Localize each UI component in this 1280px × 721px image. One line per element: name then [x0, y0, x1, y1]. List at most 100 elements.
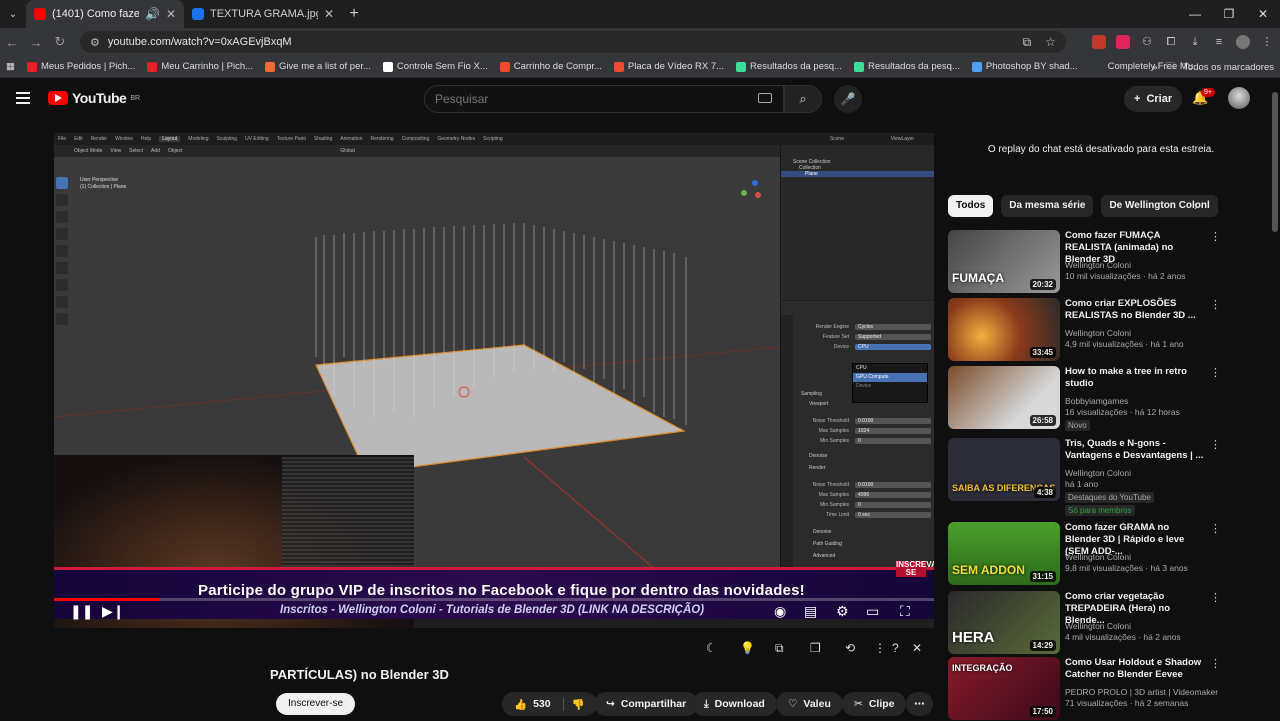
- url-field[interactable]: ⚙ youtube.com/watch?v=0xAGEvjBxqM ⧉ ☆: [80, 31, 1066, 53]
- rec-channel[interactable]: Wellington Coloni: [1065, 552, 1131, 562]
- close-tab-icon[interactable]: ✕: [166, 7, 176, 21]
- bookmark[interactable]: Placa de Vídeo RX 7...: [608, 61, 730, 72]
- extension-pink-icon[interactable]: [1116, 35, 1130, 49]
- bookmark[interactable]: Photoshop BY shad...: [966, 61, 1084, 72]
- more-vert-icon[interactable]: ⋮: [874, 641, 886, 655]
- download-icon[interactable]: ⤓: [1188, 35, 1202, 49]
- new-tab-icon[interactable]: +: [342, 5, 366, 23]
- moon-icon[interactable]: ☾: [706, 641, 717, 655]
- recommendation-item[interactable]: SEM ADDON 31:15 Como fazer GRAMA no Blen…: [948, 522, 1268, 586]
- thumbs-down-icon[interactable]: 👎: [562, 697, 585, 711]
- recommendation-item[interactable]: SAIBA AS DIFERENÇAS 4:38 Tris, Quads e N…: [948, 438, 1268, 516]
- next-icon[interactable]: ▶❙: [102, 603, 125, 620]
- bookmark[interactable]: Carrinho de Compr...: [494, 61, 608, 72]
- avatar[interactable]: [1228, 87, 1250, 109]
- close-window-icon[interactable]: ✕: [1246, 0, 1280, 28]
- more-vert-icon[interactable]: ⋮: [1210, 438, 1221, 451]
- menu-icon[interactable]: ⋮: [1260, 35, 1274, 49]
- video-thumbnail[interactable]: INTEGRAÇÃO 17:50: [948, 657, 1060, 720]
- chevron-right-icon[interactable]: ›: [1194, 199, 1198, 213]
- bookmark[interactable]: Give me a list of per...: [259, 61, 377, 72]
- tab-youtube[interactable]: (1401) Como fazer GRAMA 🔊 ✕: [26, 0, 184, 28]
- forward-icon[interactable]: →: [24, 35, 48, 50]
- recommendation-item[interactable]: 33:45 Como criar EXPLOSÕES REALISTAS no …: [948, 298, 1268, 362]
- rec-channel[interactable]: Bobbyiamgames: [1065, 396, 1128, 406]
- extension-red-icon[interactable]: [1092, 35, 1106, 49]
- bookmark[interactable]: Controle Sem Fio X...: [377, 61, 494, 72]
- video-thumbnail[interactable]: HERA 14:29: [948, 591, 1060, 654]
- recommendation-item[interactable]: HERA 14:29 Como criar vegetação TREPADEI…: [948, 591, 1268, 655]
- autoplay-toggle-icon[interactable]: ◉: [774, 603, 786, 620]
- video-thumbnail[interactable]: SEM ADDON 31:15: [948, 522, 1060, 585]
- fullscreen-icon[interactable]: ⛶: [900, 603, 910, 620]
- extensions-puzzle-icon[interactable]: ⧠: [1164, 35, 1178, 49]
- download-button[interactable]: ⤓ Download: [692, 692, 777, 716]
- chip-channel[interactable]: De Wellington Colonl: [1101, 195, 1218, 217]
- loop-icon[interactable]: ⟲: [845, 641, 855, 655]
- clip-button[interactable]: ✂ Clipe: [842, 692, 907, 716]
- more-vert-icon[interactable]: ⋮: [1210, 366, 1221, 379]
- search-input[interactable]: [424, 85, 784, 113]
- rec-channel[interactable]: Wellington Coloni: [1065, 260, 1131, 270]
- menu-hamburger-icon[interactable]: [16, 92, 30, 107]
- video-player[interactable]: File Edit Render Window Help Layout Mode…: [54, 133, 934, 628]
- tab-search-icon[interactable]: ⌄: [0, 0, 26, 28]
- rec-channel[interactable]: Wellington Coloni: [1065, 621, 1131, 631]
- help-icon[interactable]: ?: [892, 641, 899, 655]
- create-button[interactable]: + Criar: [1124, 86, 1183, 112]
- subtitles-icon[interactable]: ▤: [804, 603, 817, 620]
- thanks-button[interactable]: ♡ Valeu: [776, 692, 843, 716]
- audio-icon[interactable]: 🔊: [145, 7, 160, 21]
- rec-title[interactable]: Como criar EXPLOSÕES REALISTAS no Blende…: [1065, 298, 1205, 322]
- bookmark[interactable]: Resultados da pesq...: [730, 61, 848, 72]
- close-tab-icon[interactable]: ✕: [324, 7, 334, 21]
- tab-google[interactable]: TEXTURA GRAMA.jpg - Google ✕: [184, 0, 342, 28]
- recommendation-item[interactable]: FUMAÇA 20:32 Como fazer FUMAÇA REALISTA …: [948, 230, 1268, 294]
- video-thumbnail[interactable]: FUMAÇA 20:32: [948, 230, 1060, 293]
- progress-bar[interactable]: [54, 598, 934, 601]
- settings-icon[interactable]: ⚙: [836, 603, 849, 620]
- bookmark-star-icon[interactable]: ☆: [1045, 35, 1056, 50]
- profile-icon[interactable]: [1236, 35, 1250, 49]
- copy-icon[interactable]: ❐: [810, 641, 821, 655]
- lightbulb-icon[interactable]: 💡: [740, 641, 755, 655]
- more-actions-button[interactable]: ⋯: [906, 692, 933, 716]
- pause-icon[interactable]: ❚❚: [70, 603, 93, 620]
- video-thumbnail[interactable]: 26:58: [948, 366, 1060, 429]
- chip-all[interactable]: Todos: [948, 195, 994, 217]
- all-bookmarks-link[interactable]: Todos os marcadores: [1183, 62, 1274, 73]
- search-button[interactable]: ⌕: [784, 85, 822, 113]
- like-button[interactable]: 👍 530 👎: [502, 692, 597, 716]
- youtube-logo[interactable]: YouTube BR: [48, 90, 140, 106]
- rec-title[interactable]: Tris, Quads e N-gons - Vantagens e Desva…: [1065, 438, 1205, 462]
- back-icon[interactable]: ←: [0, 35, 24, 50]
- rec-channel[interactable]: Wellington Coloni: [1065, 468, 1131, 478]
- rec-channel[interactable]: PEDRO PROLO | 3D artist | Videomaker: [1065, 687, 1218, 697]
- more-vert-icon[interactable]: ⋮: [1210, 230, 1221, 243]
- apps-icon[interactable]: ▦: [0, 61, 21, 72]
- scrollbar[interactable]: [1272, 92, 1278, 232]
- video-thumbnail[interactable]: 33:45: [948, 298, 1060, 361]
- close-icon[interactable]: ✕: [912, 641, 922, 655]
- bookmark[interactable]: Meus Pedidos | Pich...: [21, 61, 141, 72]
- keyboard-icon[interactable]: [758, 93, 772, 103]
- more-vert-icon[interactable]: ⋮: [1210, 298, 1221, 311]
- bookmark[interactable]: Meu Carrinho | Pich...: [141, 61, 259, 72]
- extension-gamepad-icon[interactable]: ⚇: [1140, 35, 1154, 49]
- video-thumbnail[interactable]: SAIBA AS DIFERENÇAS 4:38: [948, 438, 1060, 501]
- pip-icon[interactable]: ⧉: [775, 641, 784, 656]
- maximize-icon[interactable]: ❐: [1212, 0, 1246, 28]
- voice-search-button[interactable]: 🎤: [834, 85, 862, 113]
- site-info-icon[interactable]: ⚙: [90, 36, 100, 49]
- subscribe-button[interactable]: Inscrever-se: [276, 693, 356, 715]
- chip-same-series[interactable]: Da mesma série: [1001, 195, 1094, 217]
- reading-list-icon[interactable]: ≡: [1212, 35, 1226, 49]
- share-button[interactable]: ↪ Compartilhar: [594, 692, 699, 716]
- rec-title[interactable]: How to make a tree in retro studio: [1065, 366, 1205, 390]
- reload-icon[interactable]: ↻: [48, 34, 72, 50]
- cast-icon[interactable]: ⧉: [1023, 35, 1032, 50]
- recommendation-item[interactable]: INTEGRAÇÃO 17:50 Como Usar Holdout e Sha…: [948, 657, 1268, 721]
- rec-title[interactable]: Como Usar Holdout e Shadow Catcher no Bl…: [1065, 657, 1205, 681]
- recommendation-item[interactable]: 26:58 How to make a tree in retro studio…: [948, 366, 1268, 431]
- more-vert-icon[interactable]: ⋮: [1210, 657, 1221, 670]
